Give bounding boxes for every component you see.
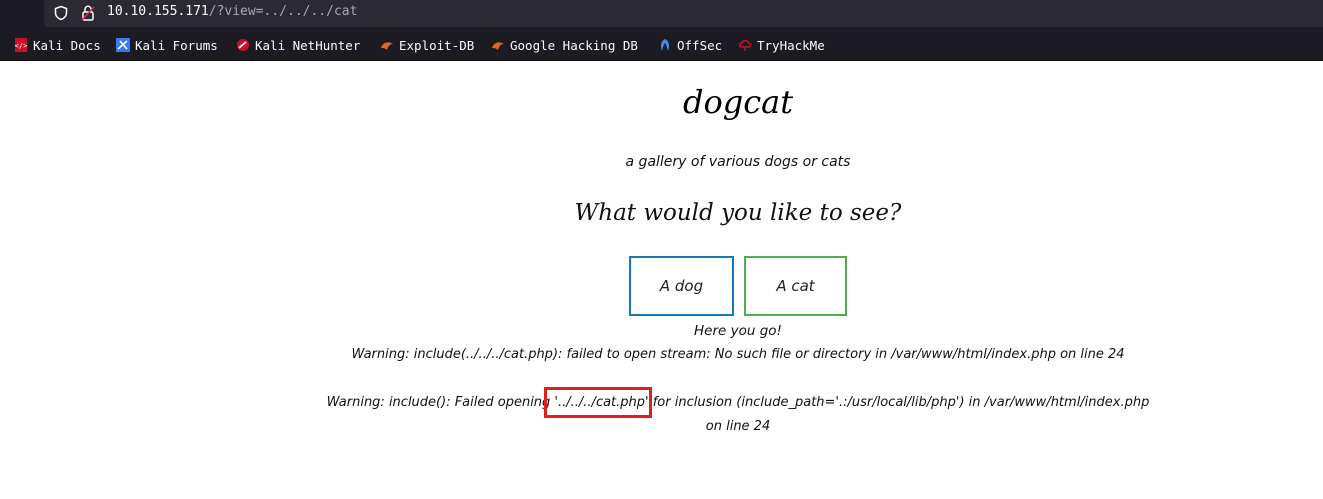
offsec-icon (661, 39, 669, 51)
kali-docs-icon: </> (15, 38, 28, 52)
bookmark-google-hacking-db[interactable]: Google Hacking DB (491, 37, 638, 53)
bookmarks-toolbar: </> Kali Docs Kali Forums Kali NetHunter… (0, 29, 1323, 61)
bookmark-tryhackme[interactable]: TryHackMe (738, 37, 825, 53)
bookmark-offsec[interactable]: OffSec (658, 37, 722, 53)
bookmark-label: Google Hacking DB (510, 37, 638, 53)
bookmark-exploit-db[interactable]: Exploit-DB (380, 37, 474, 53)
bookmark-label: Kali Forums (135, 37, 218, 53)
bookmark-label: Exploit-DB (399, 37, 475, 53)
page-subtitle: a gallery of various dogs or cats (625, 154, 851, 170)
url-host: 10.10.155.171 (107, 4, 209, 19)
kali-nethunter-icon (237, 39, 249, 51)
bookmark-kali-docs[interactable]: </> Kali Docs (14, 37, 101, 53)
url-text[interactable]: 10.10.155.171/?view=../../../cat (107, 4, 357, 19)
php-warning-line: on line 24 (705, 419, 771, 434)
bookmark-label: Kali NetHunter (255, 37, 361, 53)
kali-forums-icon (116, 38, 130, 52)
php-warning-failed-opening: Warning: include(): Failed opening '../.… (326, 395, 1150, 410)
bookmark-kali-nethunter[interactable]: Kali NetHunter (236, 37, 360, 53)
bookmark-label: OffSec (677, 37, 723, 53)
bookmark-label: Kali Docs (33, 37, 101, 53)
page-title: dogcat (682, 83, 794, 121)
url-path: /?view=../../../cat (208, 4, 358, 19)
php-warning-open-stream: Warning: include(../../../cat.php): fail… (351, 347, 1125, 362)
ghdb-icon (492, 42, 504, 50)
bookmark-kali-forums[interactable]: Kali Forums (116, 37, 218, 53)
page-content: dogcat a gallery of various dogs or cats… (0, 61, 1323, 499)
result-text: Here you go! (694, 323, 782, 339)
page-question: What would you like to see? (574, 200, 902, 226)
svg-text:</>: </> (15, 42, 28, 50)
dog-button[interactable]: A dog (629, 256, 734, 316)
bookmark-label: TryHackMe (757, 37, 825, 53)
insecure-lock-icon[interactable] (80, 4, 96, 22)
browser-urlbar: 10.10.155.171/?view=../../../cat (0, 0, 1323, 29)
highlight-box (544, 387, 652, 418)
shield-icon[interactable] (53, 5, 69, 21)
exploit-db-icon (381, 42, 393, 50)
cat-button[interactable]: A cat (744, 256, 847, 316)
tryhackme-icon (738, 40, 752, 51)
